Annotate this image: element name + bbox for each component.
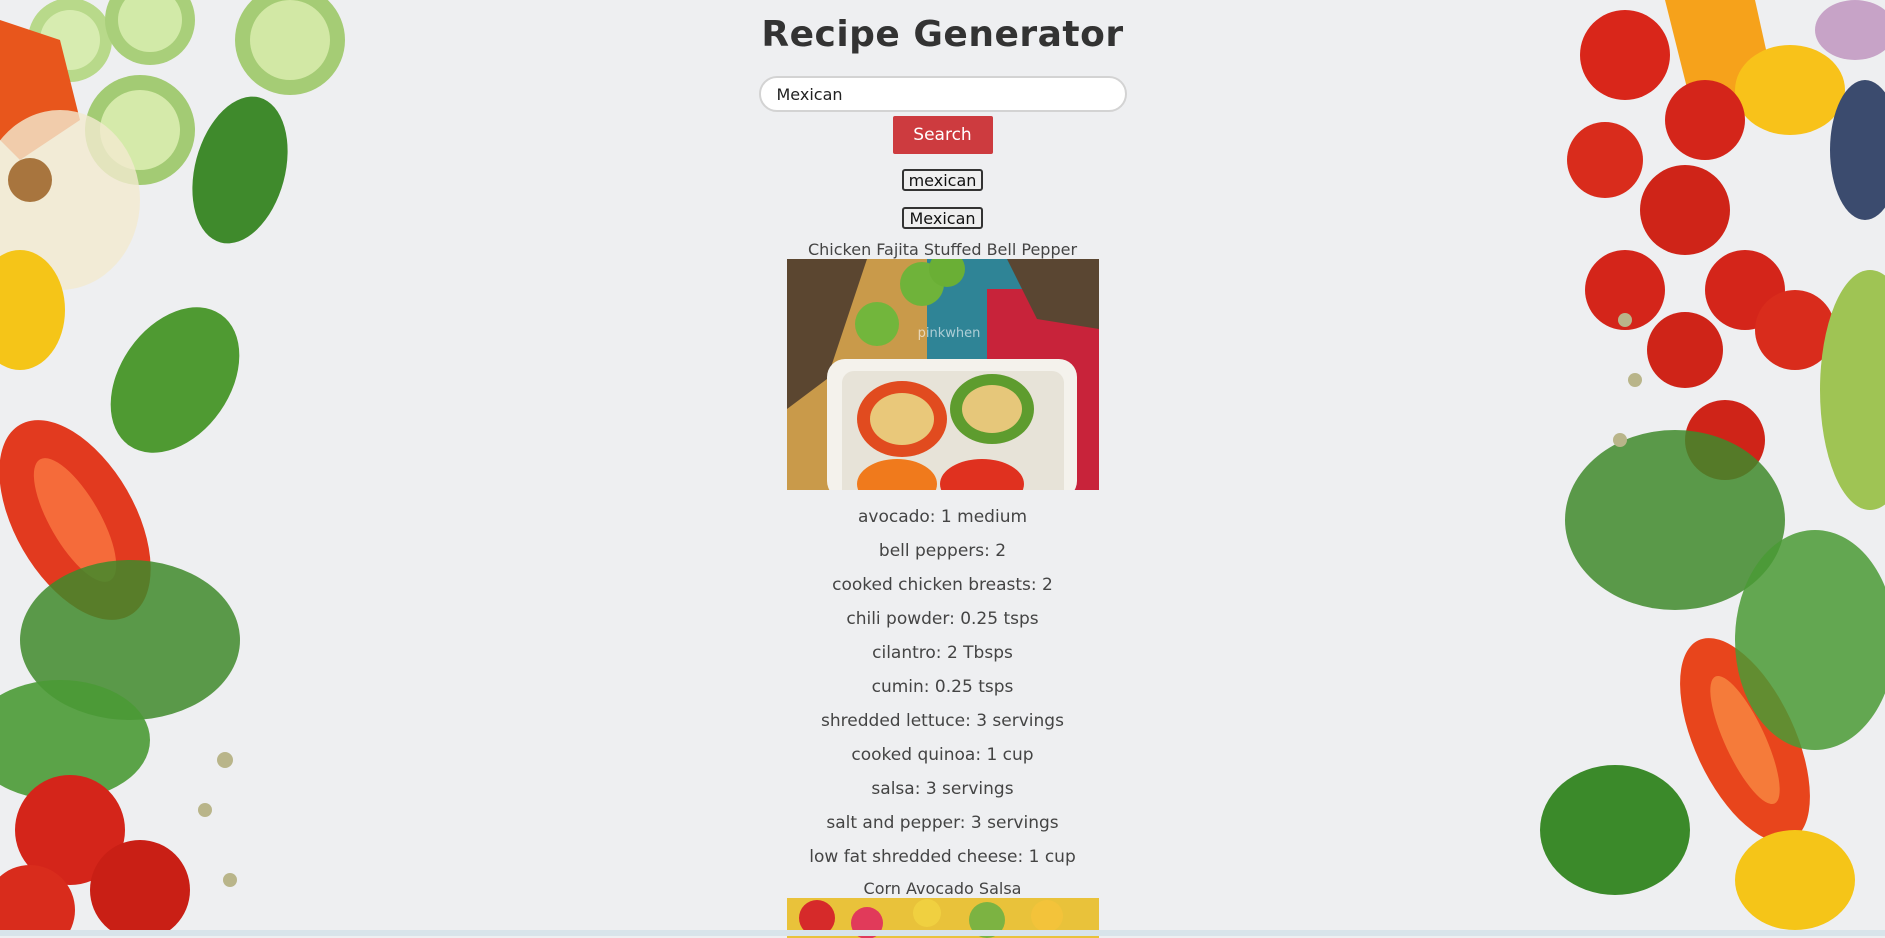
- filter-button-mexican-capitalized[interactable]: Mexican: [902, 207, 983, 229]
- ingredient-item: shredded lettuce: 3 servings: [821, 711, 1064, 731]
- recipe-image: pinkwhen: [786, 259, 1099, 490]
- recipe-title: Chicken Fajita Stuffed Bell Pepper: [807, 240, 1078, 259]
- ingredient-item: low fat shredded cheese: 1 cup: [809, 847, 1076, 867]
- ingredient-item: salsa: 3 servings: [871, 779, 1014, 799]
- ingredient-item: cumin: 0.25 tsps: [871, 677, 1014, 697]
- search-button[interactable]: Search: [892, 116, 993, 154]
- image-watermark: pinkwhen: [917, 326, 980, 341]
- ingredient-list: avocado: 1 medium bell peppers: 2 cooked…: [0, 507, 1885, 867]
- app-container: Recipe Generator Search mexican Mexican …: [0, 0, 1885, 938]
- ingredient-item: avocado: 1 medium: [857, 507, 1028, 527]
- ingredient-item: salt and pepper: 3 servings: [826, 813, 1059, 833]
- ingredient-item: cilantro: 2 Tbsps: [872, 643, 1013, 663]
- filter-button-mexican[interactable]: mexican: [901, 169, 984, 191]
- ingredient-item: bell peppers: 2: [878, 541, 1007, 561]
- ingredient-item: chili powder: 0.25 tsps: [846, 609, 1039, 629]
- recipe-card: Chicken Fajita Stuffed Bell Pepper pinkw…: [0, 240, 1885, 867]
- ingredient-item: cooked quinoa: 1 cup: [851, 745, 1034, 765]
- horizontal-scrollbar[interactable]: [0, 930, 1885, 936]
- page-title: Recipe Generator: [761, 14, 1124, 55]
- recipe-title: Corn Avocado Salsa: [863, 879, 1022, 898]
- ingredient-item: cooked chicken breasts: 2: [832, 575, 1053, 595]
- search-input[interactable]: [758, 76, 1127, 112]
